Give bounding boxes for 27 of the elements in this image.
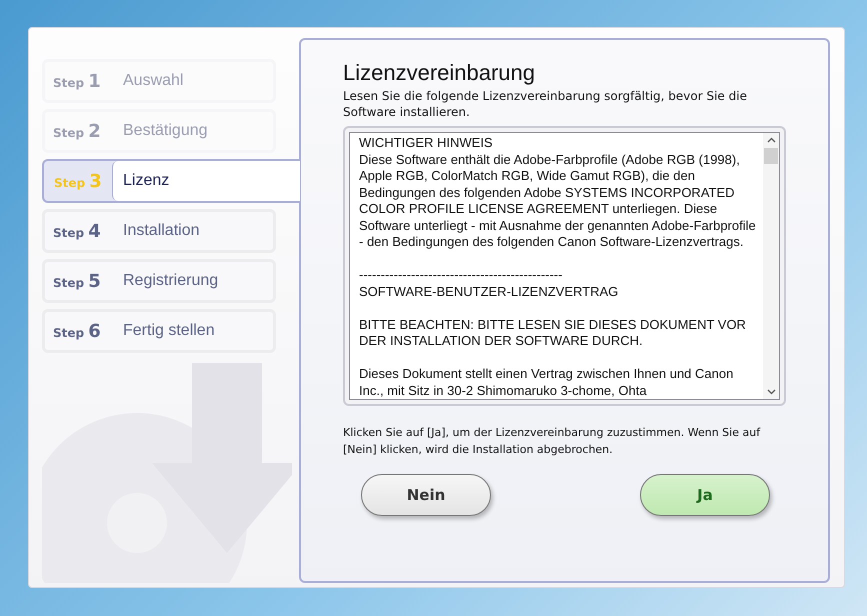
step-number: Step 5	[53, 270, 102, 292]
scrollbar[interactable]	[763, 133, 779, 399]
step-number: Step 1	[53, 70, 102, 92]
step-label: Bestätigung	[123, 122, 208, 140]
license-paragraph: Dieses Dokument stellt einen Vertrag zwischen Ihnen und Canon Inc., mit Sitz in 30-2 Shimomaruko 3-chome, Ohta	[359, 366, 734, 399]
step-label: Fertig stellen	[123, 322, 215, 340]
scroll-up-icon[interactable]	[766, 137, 776, 143]
accept-button[interactable]: Ja	[640, 474, 770, 516]
step-label: Registrierung	[123, 272, 218, 290]
scroll-down-icon[interactable]	[766, 389, 776, 395]
step-number: Step 6	[53, 320, 102, 342]
step-label: Lizenz	[112, 161, 300, 201]
license-paragraph: SOFTWARE-BENUTZER-LIZENZVERTRAG	[359, 284, 620, 300]
step-number: Step 2	[53, 120, 102, 142]
step-number: Step 4	[53, 220, 102, 242]
step-number: Step 3	[53, 170, 103, 192]
license-paragraph: -----------------------------------------------	[359, 267, 564, 284]
license-paragraph: BITTE BEACHTEN: BITTE LESEN SIE DIESES DOKUMENT VOR DER INSTALLATION DER SOFTWARE DURCH.	[359, 316, 747, 350]
license-paragraph: WICHTIGER HINWEIS	[359, 135, 494, 152]
decline-button[interactable]: Nein	[361, 474, 491, 516]
page-title: Lizenzvereinbarung	[343, 60, 536, 86]
license-paragraph: Diese Software enthält die Adobe-Farbprofile (Adobe RGB (1998), Apple RGB, ColorMatch RGB, Wide Gamut RGB), die den Bedingungen des folgenden Adobe SYSTEMS INCORPORATED COLOR PROFILE LICENSE AGREEMENT unterliegen. Diese Software unterliegt - mit Ausnahme der genannten Adobe-Farbprofile - den Bedingungen des folgenden Canon Software-Lizenzvertrags.	[359, 152, 757, 250]
scroll-thumb[interactable]	[764, 148, 778, 164]
step-label: Auswahl	[123, 72, 184, 90]
instruction-text: Klicken Sie auf [Ja], um der Lizenzvereinbarung zuzustimmen. Wenn Sie auf [Nein] klicken, wird die Installation abgebrochen.	[343, 425, 762, 458]
intro-text: Lesen Sie die folgende Lizenzvereinbarung sorgfältig, bevor Sie die Software installieren.	[343, 88, 748, 120]
step-label: Installation	[123, 222, 200, 240]
